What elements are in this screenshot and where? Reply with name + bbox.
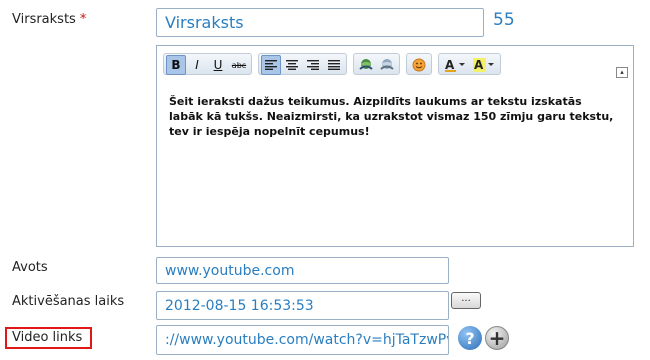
- remove-link-button[interactable]: [377, 55, 397, 75]
- align-group: [258, 53, 347, 75]
- editor-content[interactable]: Šeit ieraksti dažus teikumus. Aizpildīts…: [169, 94, 619, 139]
- title-label-text: Virsraksts: [12, 12, 76, 27]
- editor-maximize-icon[interactable]: ▴: [616, 67, 628, 78]
- smiley-icon: [412, 58, 426, 72]
- svg-text:A: A: [445, 58, 455, 72]
- align-left-button[interactable]: [261, 55, 281, 75]
- required-mark: *: [79, 12, 87, 27]
- video-link-input[interactable]: ://www.youtube.com/watch?v=hjTaTzwPvPE: [156, 325, 449, 355]
- emoticon-button[interactable]: [409, 55, 429, 75]
- rich-text-editor[interactable]: B I U abc A A ▴ Šeit ieraksti dažus teik…: [156, 45, 634, 247]
- italic-button[interactable]: I: [187, 55, 207, 75]
- justify-button[interactable]: [324, 55, 344, 75]
- align-center-icon: [286, 60, 298, 70]
- unlink-icon: [380, 59, 394, 70]
- title-char-counter: 55: [493, 10, 515, 30]
- text-color-icon: A: [445, 58, 465, 72]
- bold-button[interactable]: B: [166, 55, 186, 75]
- title-label: Virsraksts *: [12, 12, 86, 27]
- underline-button[interactable]: U: [208, 55, 228, 75]
- background-color-button[interactable]: A: [470, 55, 498, 75]
- emoticon-group: [406, 53, 432, 75]
- help-icon[interactable]: ?: [458, 326, 482, 350]
- text-color-button[interactable]: A: [441, 55, 469, 75]
- source-input-value: www.youtube.com: [165, 262, 295, 279]
- title-input[interactable]: Virsraksts: [156, 8, 484, 37]
- link-group: [353, 53, 400, 75]
- video-label: Video links: [12, 330, 83, 345]
- align-right-button[interactable]: [303, 55, 323, 75]
- activation-input[interactable]: 2012-08-15 16:53:53: [156, 291, 449, 320]
- align-left-icon: [265, 60, 277, 70]
- add-icon[interactable]: +: [485, 326, 509, 350]
- video-link-value: ://www.youtube.com/watch?v=hjTaTzwPvPE: [165, 332, 449, 348]
- justify-icon: [328, 60, 340, 70]
- insert-link-button[interactable]: [356, 55, 376, 75]
- svg-text:A: A: [474, 58, 484, 72]
- editor-toolbar: B I U abc A A: [163, 53, 501, 75]
- align-right-icon: [307, 60, 319, 70]
- title-input-value: Virsraksts: [165, 13, 244, 32]
- activation-input-value: 2012-08-15 16:53:53: [165, 297, 314, 314]
- color-group: A A: [438, 53, 501, 75]
- format-group: B I U abc: [163, 53, 252, 75]
- link-icon: [359, 59, 373, 70]
- activation-label: Aktivēšanas laiks: [12, 294, 125, 309]
- source-label: Avots: [12, 260, 48, 275]
- align-center-button[interactable]: [282, 55, 302, 75]
- strikethrough-button[interactable]: abc: [229, 55, 249, 75]
- date-picker-button[interactable]: ...: [451, 292, 481, 309]
- source-input[interactable]: www.youtube.com: [156, 257, 449, 284]
- highlight-color-icon: A: [473, 58, 494, 72]
